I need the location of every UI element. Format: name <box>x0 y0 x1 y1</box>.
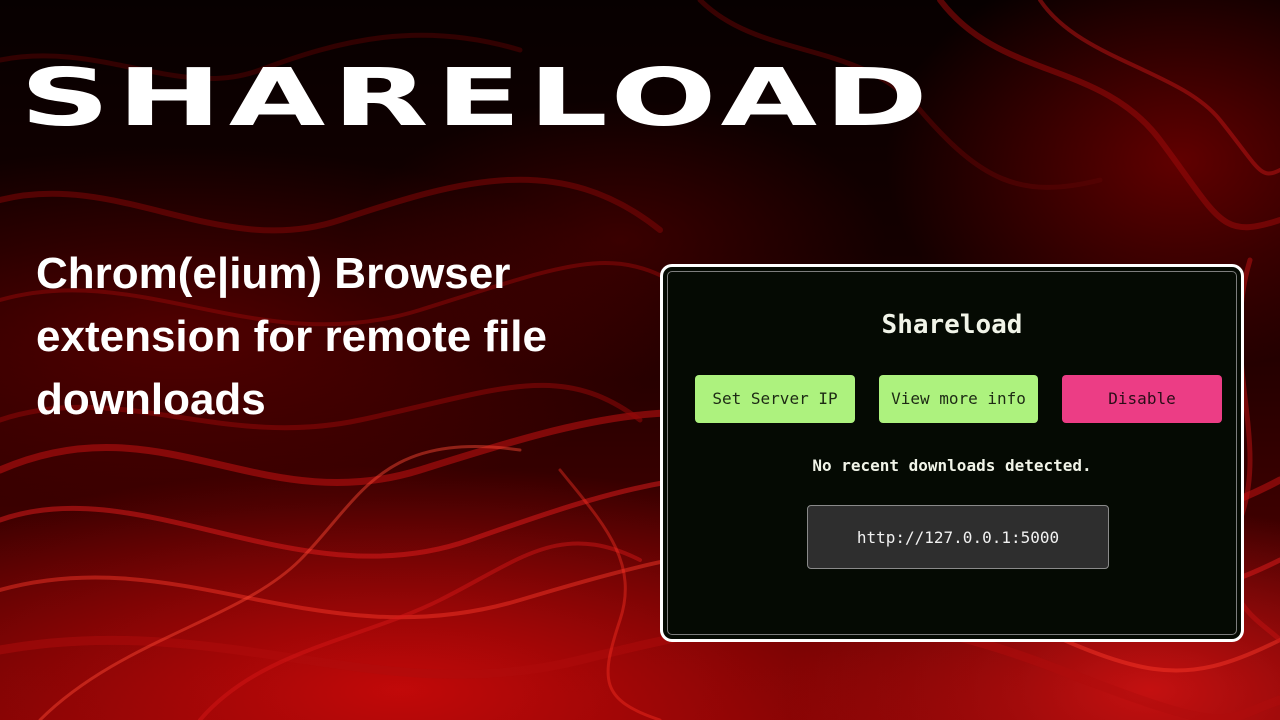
view-more-info-button[interactable]: View more info <box>879 375 1038 423</box>
banner-subtitle: Chrom(e|ium) Browser extension for remot… <box>36 249 548 424</box>
banner-title: SHARELOAD <box>20 51 936 144</box>
server-url-display[interactable]: http://127.0.0.1:5000 <box>807 505 1109 569</box>
popup-body: Shareload Set Server IP View more info D… <box>667 271 1237 635</box>
disable-button[interactable]: Disable <box>1062 375 1222 423</box>
download-status-text: No recent downloads detected. <box>812 456 1092 475</box>
extension-popup: Shareload Set Server IP View more info D… <box>660 264 1244 642</box>
popup-title: Shareload <box>881 310 1023 340</box>
set-server-ip-button[interactable]: Set Server IP <box>695 375 855 423</box>
